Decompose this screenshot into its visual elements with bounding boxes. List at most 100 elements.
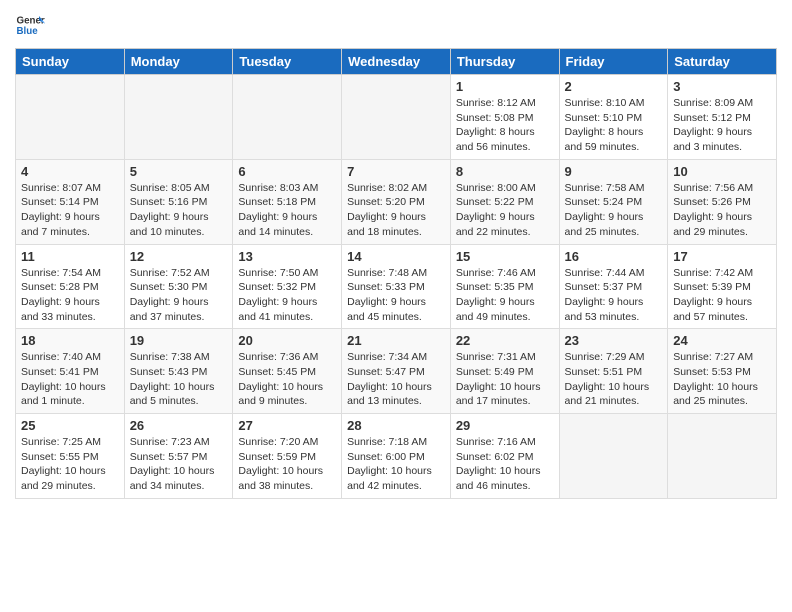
day-number: 27 [238,418,336,433]
day-info-line: Daylight: 9 hours and 33 minutes. [21,295,119,324]
day-info: Sunrise: 8:10 AMSunset: 5:10 PMDaylight:… [565,96,663,155]
day-info-line: Sunset: 5:24 PM [565,195,663,210]
calendar-cell: 27 Sunrise: 7:20 AMSunset: 5:59 PMDayligh… [233,414,342,499]
day-info-line: Daylight: 9 hours and 3 minutes. [673,125,771,154]
day-info-line: Sunrise: 7:23 AM [130,435,228,450]
calendar-cell: 6Sunrise: 8:03 AMSunset: 5:18 PMDaylight… [233,159,342,244]
weekday-header: Wednesday [342,49,451,75]
day-info-line: Sunset: 5:08 PM [456,111,554,126]
calendar-week-row: 18Sunrise: 7:40 AMSunset: 5:41 PMDayligh… [16,329,777,414]
day-info-line: Sunset: 5:26 PM [673,195,771,210]
calendar-cell [668,414,777,499]
calendar-week-row: 4Sunrise: 8:07 AMSunset: 5:14 PMDaylight… [16,159,777,244]
calendar-cell: 7Sunrise: 8:02 AMSunset: 5:20 PMDaylight… [342,159,451,244]
calendar-cell: 2 Sunrise: 8:10 AMSunset: 5:10 PMDaylight… [559,75,668,160]
day-number: 5 [130,164,228,179]
calendar-cell: 18Sunrise: 7:40 AMSunset: 5:41 PMDayligh… [16,329,125,414]
day-info: Sunrise: 7:27 AMSunset: 5:53 PMDaylight:… [673,350,771,409]
day-info-line: Daylight: 10 hours and 46 minutes. [456,464,554,493]
day-info-line: Sunrise: 7:34 AM [347,350,445,365]
day-info-line: Daylight: 9 hours and 37 minutes. [130,295,228,324]
day-info-line: Daylight: 8 hours and 59 minutes. [565,125,663,154]
day-number: 13 [238,249,336,264]
day-number: 23 [565,333,663,348]
day-info: Sunrise: 7:23 AMSunset: 5:57 PMDaylight:… [130,435,228,494]
day-info-line: Sunset: 5:33 PM [347,280,445,295]
day-number: 15 [456,249,554,264]
calendar-cell: 29 Sunrise: 7:16 AMSunset: 6:02 PMDayligh… [450,414,559,499]
day-info-line: Daylight: 9 hours and 22 minutes. [456,210,554,239]
calendar-cell: 9Sunrise: 7:58 AMSunset: 5:24 PMDaylight… [559,159,668,244]
day-info-line: Sunrise: 7:46 AM [456,266,554,281]
day-info-line: Sunset: 5:35 PM [456,280,554,295]
day-info-line: Daylight: 9 hours and 49 minutes. [456,295,554,324]
day-number: 2 [565,79,663,94]
day-info: Sunrise: 7:50 AMSunset: 5:32 PMDaylight:… [238,266,336,325]
day-info-line: Daylight: 9 hours and 45 minutes. [347,295,445,324]
weekday-header: Tuesday [233,49,342,75]
day-info-line: Daylight: 10 hours and 5 minutes. [130,380,228,409]
day-number: 1 [456,79,554,94]
day-info-line: Sunset: 5:14 PM [21,195,119,210]
day-number: 6 [238,164,336,179]
day-info-line: Sunset: 5:59 PM [238,450,336,465]
day-info-line: Sunrise: 7:29 AM [565,350,663,365]
day-number: 11 [21,249,119,264]
day-info-line: Daylight: 10 hours and 1 minute. [21,380,119,409]
weekday-header: Friday [559,49,668,75]
weekday-header: Thursday [450,49,559,75]
day-info-line: Sunset: 5:41 PM [21,365,119,380]
calendar-cell: 25 Sunrise: 7:25 AMSunset: 5:55 PMDayligh… [16,414,125,499]
day-info-line: Daylight: 10 hours and 9 minutes. [238,380,336,409]
day-info: Sunrise: 7:48 AMSunset: 5:33 PMDaylight:… [347,266,445,325]
calendar-cell: 28Sunrise: 7:18 AMSunset: 6:00 PMDayligh… [342,414,451,499]
calendar-cell: 10Sunrise: 7:56 AMSunset: 5:26 PMDayligh… [668,159,777,244]
calendar-cell: 3Sunrise: 8:09 AMSunset: 5:12 PMDaylight… [668,75,777,160]
header: General Blue [15,10,777,40]
day-number: 22 [456,333,554,348]
calendar-cell: 14 Sunrise: 7:48 AMSunset: 5:33 PMDayligh… [342,244,451,329]
day-info-line: Sunrise: 7:56 AM [673,181,771,196]
calendar-header-row: SundayMondayTuesdayWednesdayThursdayFrid… [16,49,777,75]
day-info: Sunrise: 7:34 AMSunset: 5:47 PMDaylight:… [347,350,445,409]
day-info-line: Daylight: 10 hours and 34 minutes. [130,464,228,493]
day-info: Sunrise: 7:52 AMSunset: 5:30 PMDaylight:… [130,266,228,325]
day-info: Sunrise: 7:16 AMSunset: 6:02 PMDaylight:… [456,435,554,494]
calendar-cell [124,75,233,160]
logo-icon: General Blue [15,10,45,40]
calendar-cell: 11Sunrise: 7:54 AMSunset: 5:28 PMDayligh… [16,244,125,329]
day-info: Sunrise: 7:36 AMSunset: 5:45 PMDaylight:… [238,350,336,409]
day-number: 17 [673,249,771,264]
day-info-line: Daylight: 10 hours and 17 minutes. [456,380,554,409]
day-info-line: Sunrise: 7:36 AM [238,350,336,365]
day-info-line: Daylight: 9 hours and 18 minutes. [347,210,445,239]
svg-text:Blue: Blue [17,26,39,37]
day-number: 25 [21,418,119,433]
day-info-line: Sunset: 5:51 PM [565,365,663,380]
calendar-cell [559,414,668,499]
day-info-line: Daylight: 9 hours and 7 minutes. [21,210,119,239]
day-number: 3 [673,79,771,94]
day-number: 20 [238,333,336,348]
day-info: Sunrise: 7:58 AMSunset: 5:24 PMDaylight:… [565,181,663,240]
page-container: General Blue SundayMondayTuesdayWednesda… [0,0,792,509]
day-info-line: Sunset: 5:22 PM [456,195,554,210]
day-info-line: Daylight: 9 hours and 14 minutes. [238,210,336,239]
day-info-line: Sunrise: 7:25 AM [21,435,119,450]
day-number: 8 [456,164,554,179]
calendar-cell: 24 Sunrise: 7:27 AMSunset: 5:53 PMDayligh… [668,329,777,414]
day-number: 14 [347,249,445,264]
day-info: Sunrise: 7:20 AMSunset: 5:59 PMDaylight:… [238,435,336,494]
day-number: 24 [673,333,771,348]
day-number: 29 [456,418,554,433]
day-info: Sunrise: 8:07 AMSunset: 5:14 PMDaylight:… [21,181,119,240]
day-info-line: Daylight: 8 hours and 56 minutes. [456,125,554,154]
calendar-week-row: 11Sunrise: 7:54 AMSunset: 5:28 PMDayligh… [16,244,777,329]
day-info-line: Sunrise: 7:20 AM [238,435,336,450]
day-info-line: Daylight: 9 hours and 10 minutes. [130,210,228,239]
day-info-line: Sunrise: 8:03 AM [238,181,336,196]
day-info: Sunrise: 7:25 AMSunset: 5:55 PMDaylight:… [21,435,119,494]
day-info-line: Sunset: 5:39 PM [673,280,771,295]
day-info-line: Sunrise: 7:50 AM [238,266,336,281]
calendar-cell: 8Sunrise: 8:00 AMSunset: 5:22 PMDaylight… [450,159,559,244]
